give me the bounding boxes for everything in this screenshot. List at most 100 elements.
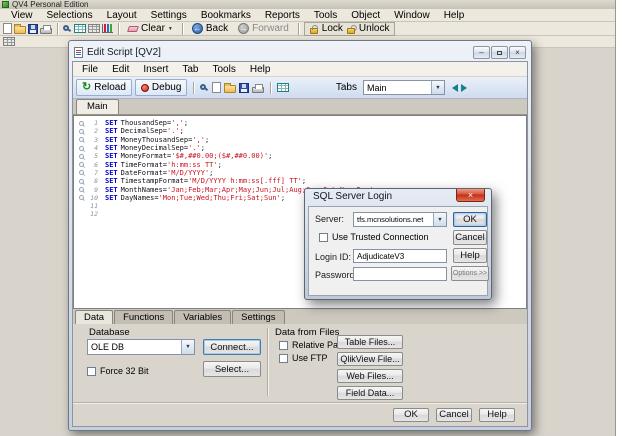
sql-options-button[interactable]: Options >> [451,266,489,281]
sql-help-button[interactable]: Help [453,248,487,263]
login-id-field[interactable] [353,249,447,263]
qlikview-file-button[interactable]: QlikView File... [337,352,403,366]
app-menu-item[interactable]: View [4,10,40,21]
search-icon[interactable] [63,25,69,31]
database-combobox-value: OLE DB [91,342,124,352]
app-menu-item[interactable]: Settings [144,10,194,21]
table-icon[interactable] [74,24,86,33]
print-icon[interactable] [40,28,52,34]
sql-dialog-close-button[interactable]: × [456,189,485,202]
unlock-label[interactable]: Unlock [359,23,390,34]
code-string: '.' [188,144,201,152]
debug-button[interactable]: Debug [135,79,187,96]
maximize-button[interactable] [491,46,508,59]
bottom-tab[interactable]: Functions [114,310,173,324]
line-marker-icon [79,187,84,192]
edit-script-menu-item[interactable]: Insert [136,64,175,75]
use-ftp-checkbox[interactable] [279,354,288,363]
print-script-icon[interactable] [252,87,264,93]
close-button[interactable]: × [509,46,526,59]
line-gutter [77,195,86,200]
line-number: 7 [86,169,98,177]
edit-script-menu-item[interactable]: Edit [105,64,136,75]
trusted-connection-checkbox[interactable] [319,233,328,242]
design-grid-icon[interactable] [3,37,15,46]
code-string: ',' [171,119,184,127]
lock-icon[interactable] [310,28,318,34]
sql-ok-button[interactable]: OK [453,212,487,227]
open-file-icon[interactable] [14,26,26,34]
table-files-button[interactable]: Table Files... [337,335,403,349]
app-menu-item[interactable]: Bookmarks [194,10,258,21]
back-button[interactable]: ← Back [188,22,232,35]
line-gutter [77,212,86,217]
edit-script-menu-item[interactable]: Tab [175,64,205,75]
app-menu-item[interactable]: Reports [258,10,307,21]
server-combobox[interactable]: tfs.mcnsolutions.net ▼ [353,212,447,227]
find-icon[interactable] [200,84,206,90]
move-tab-right-icon[interactable] [461,84,471,92]
field-data-button[interactable]: Field Data... [337,386,403,400]
bottom-tab[interactable]: Variables [174,310,231,324]
save-script-icon[interactable] [239,83,249,93]
line-marker-icon [79,179,84,184]
debug-label: Debug [152,82,181,93]
database-combobox[interactable]: OLE DB ▼ [87,339,195,355]
app-menu-item[interactable]: Selections [40,10,100,21]
app-titlebar[interactable]: QV4 Personal Edition [0,0,615,9]
tab-main[interactable]: Main [76,99,119,114]
new-file-icon[interactable] [3,23,12,34]
connect-button[interactable]: Connect... [203,339,261,355]
clear-button[interactable]: Clear ▼ [124,22,177,35]
unlock-icon[interactable] [347,28,355,34]
help-button[interactable]: Help [479,408,515,422]
open-script-icon[interactable] [224,85,236,93]
cancel-button[interactable]: Cancel [436,408,472,422]
force-32bit-checkbox[interactable] [87,367,96,376]
edit-script-menu-item[interactable]: File [75,64,105,75]
pivot-table-icon[interactable] [88,24,100,33]
code-text: MonthNames= [121,186,167,194]
minimize-button[interactable]: – [473,46,490,59]
select-button[interactable]: Select... [203,361,261,377]
forward-label: Forward [252,23,289,34]
code-keyword: SET [105,119,118,127]
insert-table-icon[interactable] [277,83,289,92]
dropdown-icon[interactable]: ▼ [181,340,194,354]
trusted-connection-row: Use Trusted Connection [319,232,429,242]
dropdown-icon[interactable]: ▼ [433,213,446,226]
chart-icon[interactable] [102,24,113,33]
ok-button[interactable]: OK [393,408,429,422]
edit-script-titlebar[interactable]: Edit Script [QV2] – × [72,44,528,61]
relative-paths-checkbox[interactable] [279,341,288,350]
toolbar-separator [298,23,299,35]
sql-dialog-title[interactable]: SQL Server Login [313,191,392,202]
web-files-button[interactable]: Web Files... [337,369,403,383]
code-keyword: SET [105,186,118,194]
data-from-files-label: Data from Files [275,327,339,338]
app-menu-item[interactable]: Tools [307,10,344,21]
edit-script-menu-item[interactable]: Help [243,64,278,75]
tabs-combobox-value: Main [367,83,387,93]
reload-button[interactable]: ↻ Reload [76,79,132,96]
app-menu-item[interactable]: Help [437,10,472,21]
minimize-icon: – [479,48,483,57]
edit-script-menu-item[interactable]: Tools [206,64,243,75]
app-menu-item[interactable]: Window [387,10,437,21]
bottom-tab[interactable]: Data [75,310,113,324]
app-menu-item[interactable]: Layout [100,10,144,21]
new-tab-icon[interactable] [212,82,221,93]
password-field[interactable] [353,267,447,281]
dropdown-icon[interactable]: ▼ [431,81,444,94]
bottom-tab[interactable]: Settings [232,310,284,324]
move-tab-left-icon[interactable] [448,84,458,92]
lock-label[interactable]: Lock [322,23,343,34]
code-text: TimeFormat= [121,161,167,169]
database-label: Database [89,327,130,338]
app-menu-item[interactable]: Object [344,10,387,21]
tabs-combobox[interactable]: Main ▼ [363,80,445,95]
save-icon[interactable] [28,24,38,34]
sql-cancel-button[interactable]: Cancel [453,230,487,245]
code-keyword: SET [105,136,118,144]
forward-button[interactable]: → Forward [234,22,293,35]
